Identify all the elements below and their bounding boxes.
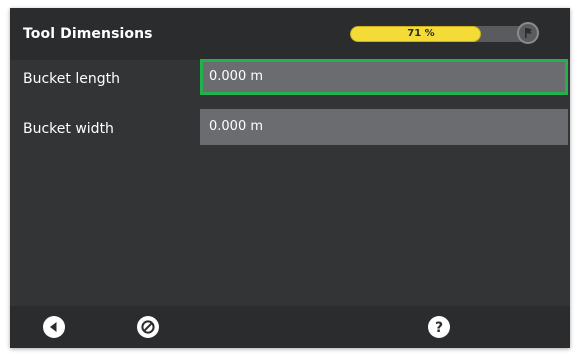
tool-dimensions-screen: Tool Dimensions 71 % Bucket length 0.000… <box>10 8 570 348</box>
cancel-button[interactable] <box>137 316 159 338</box>
bucket-length-input[interactable]: 0.000 m <box>200 59 568 95</box>
flag-icon <box>525 28 532 38</box>
help-button[interactable]: ? <box>428 316 450 338</box>
cancel-icon <box>141 320 155 334</box>
progress-bar: 71 % <box>350 26 535 42</box>
footer-bar: ? <box>10 306 570 348</box>
help-icon: ? <box>435 320 443 336</box>
bucket-width-label: Bucket width <box>23 121 114 137</box>
back-arrow-icon <box>50 322 57 332</box>
bucket-width-row: Bucket width 0.000 m <box>10 109 570 149</box>
page-title: Tool Dimensions <box>23 26 153 42</box>
back-button[interactable] <box>43 316 65 338</box>
flag-button[interactable] <box>517 22 539 44</box>
svg-text:?: ? <box>435 320 443 336</box>
bucket-width-input[interactable]: 0.000 m <box>200 109 568 145</box>
progress-text: 71 % <box>407 28 435 39</box>
bucket-length-label: Bucket length <box>23 71 120 87</box>
title-bar: Tool Dimensions 71 % <box>10 8 570 60</box>
bucket-length-row: Bucket length 0.000 m <box>10 59 570 99</box>
